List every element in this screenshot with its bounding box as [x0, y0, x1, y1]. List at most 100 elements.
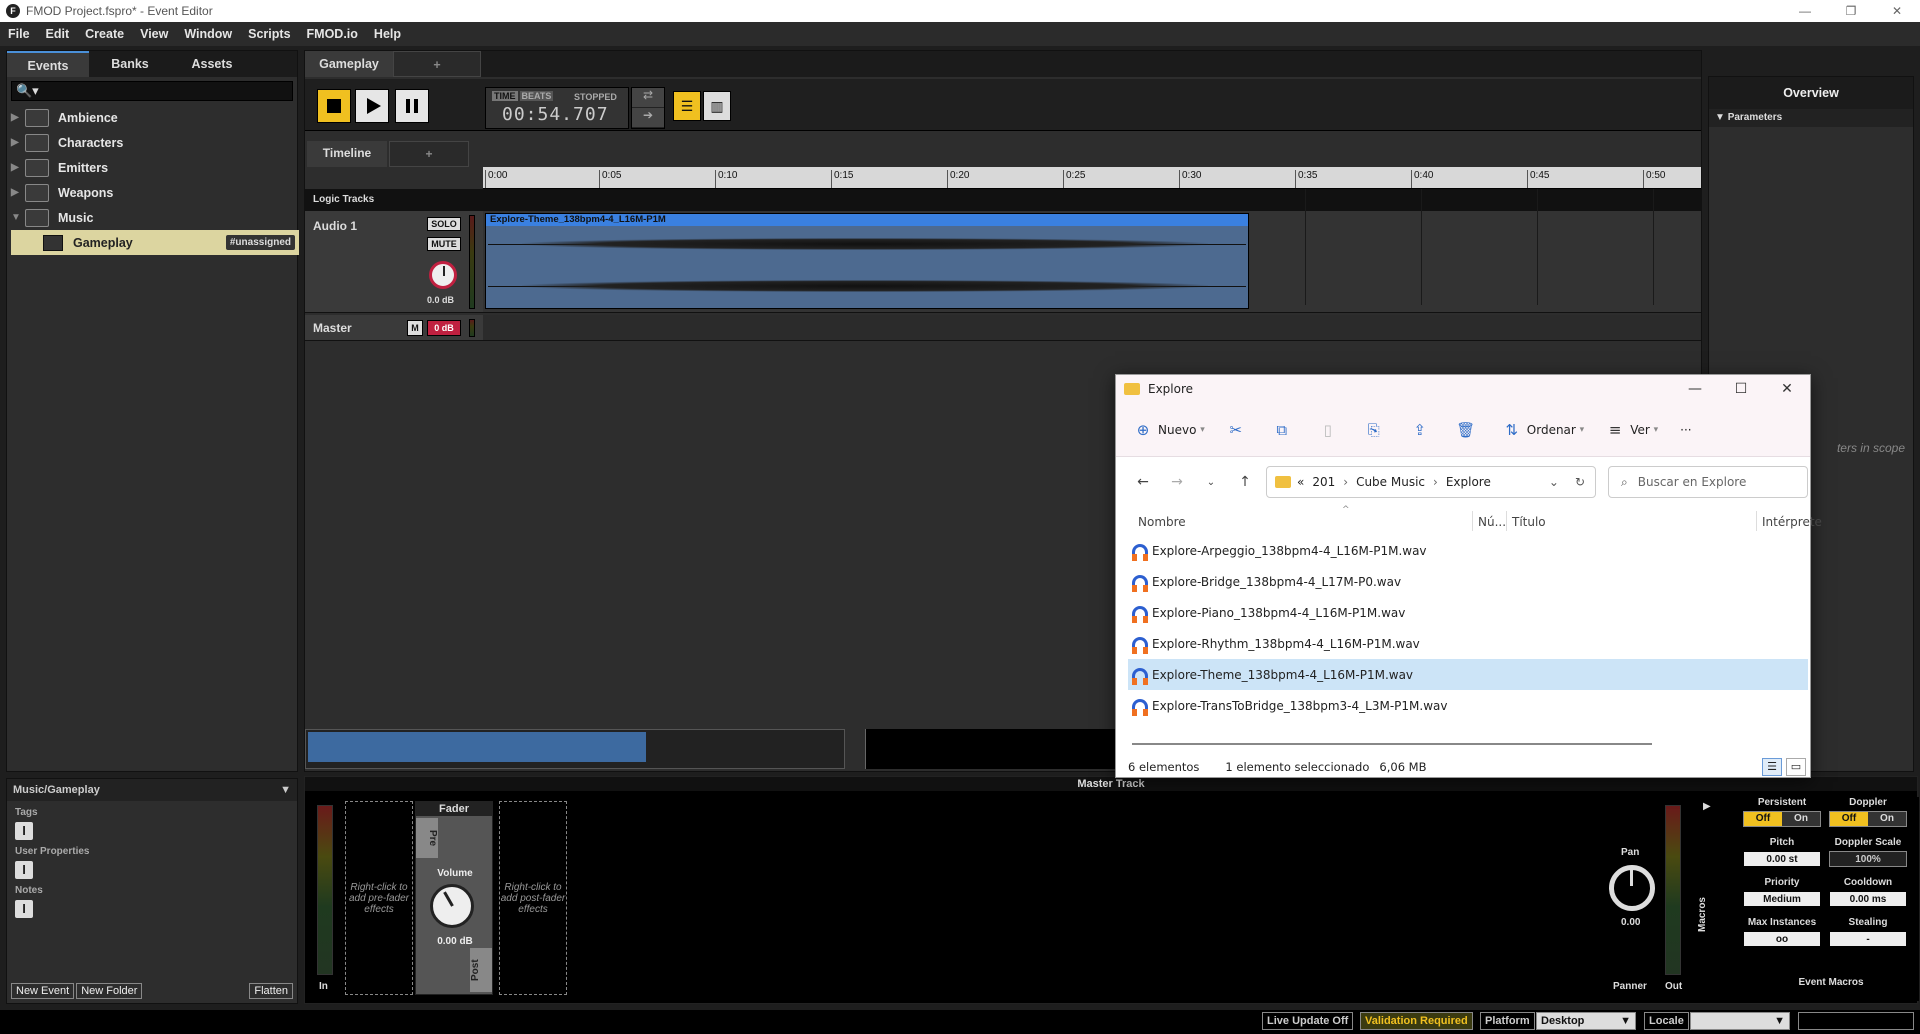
tab-timeline[interactable]: Timeline: [307, 141, 387, 167]
new-event-button[interactable]: New Event: [11, 983, 75, 999]
explorer-search-input[interactable]: ⌕ Buscar en Explore: [1608, 466, 1808, 498]
minimize-icon[interactable]: —: [1782, 0, 1828, 22]
post-fader-effect-slot[interactable]: Right-click to add post-fader effects: [499, 801, 567, 995]
add-tag-button[interactable]: I: [15, 822, 33, 840]
locale-select[interactable]: ▼: [1690, 1012, 1790, 1030]
loop-icon[interactable]: ⇄: [632, 88, 664, 108]
play-button[interactable]: [355, 89, 389, 123]
post-tab[interactable]: Post: [470, 948, 492, 992]
file-row[interactable]: Explore-Bridge_138bpm4-4_L17M-P0.wav: [1128, 566, 1808, 597]
breadcrumb-cube-music[interactable]: Cube Music: [1356, 475, 1425, 489]
sort-button[interactable]: ⇅ Ordenar ▾: [1503, 421, 1584, 439]
tree-folder-weapons[interactable]: ▶ Weapons: [7, 180, 297, 205]
dropdown-arrow-icon[interactable]: ▼: [280, 784, 291, 796]
tracks-view-button[interactable]: ☰: [673, 91, 701, 121]
back-arrow-icon[interactable]: ←: [1126, 474, 1160, 490]
pan-knob[interactable]: [1609, 865, 1655, 911]
edit-notes-button[interactable]: I: [15, 900, 33, 918]
forward-arrow-icon[interactable]: →: [1160, 474, 1194, 490]
collapse-arrow-icon[interactable]: ▼: [11, 212, 25, 223]
share-button[interactable]: ⇪: [1411, 421, 1435, 439]
tree-event-gameplay[interactable]: Gameplay #unassigned: [11, 230, 299, 255]
add-parameter-tab-button[interactable]: +: [389, 141, 469, 167]
chevron-down-icon[interactable]: ⌄: [1549, 475, 1559, 489]
follow-playhead-icon[interactable]: ➔: [632, 108, 664, 128]
refresh-icon[interactable]: ↻: [1575, 475, 1585, 489]
macros-expand-icon[interactable]: ▶: [1703, 801, 1711, 812]
cooldown-field[interactable]: 0.00 ms: [1829, 891, 1907, 907]
persistent-on[interactable]: On: [1782, 812, 1820, 826]
stop-button[interactable]: [317, 89, 351, 123]
doppler-scale-field[interactable]: 100%: [1829, 851, 1907, 867]
expand-arrow-icon[interactable]: ▶: [11, 112, 25, 123]
maximize-icon[interactable]: ☐: [1718, 375, 1764, 403]
column-artist[interactable]: Intérprete: [1762, 515, 1822, 529]
file-row[interactable]: Explore-Piano_138bpm4-4_L16M-P1M.wav: [1128, 597, 1808, 628]
delete-button[interactable]: 🗑: [1456, 421, 1481, 439]
breadcrumb-201[interactable]: 201: [1312, 475, 1335, 489]
tab-gameplay[interactable]: Gameplay: [305, 51, 393, 77]
expand-arrow-icon[interactable]: ▶: [11, 137, 25, 148]
time-display[interactable]: TIME BEATS STOPPED 00:54.707: [485, 87, 629, 129]
close-icon[interactable]: ✕: [1874, 0, 1920, 22]
max-instances-field[interactable]: oo: [1743, 931, 1821, 947]
doppler-on[interactable]: On: [1868, 812, 1906, 826]
persistent-off[interactable]: Off: [1744, 812, 1782, 826]
browser-search-input[interactable]: 🔍▾: [11, 81, 293, 101]
volume-knob[interactable]: [430, 884, 474, 928]
menu-window[interactable]: Window: [184, 27, 232, 41]
platform-select[interactable]: Desktop ▼: [1536, 1012, 1636, 1030]
pause-button[interactable]: [395, 89, 429, 123]
restore-icon[interactable]: ❐: [1828, 0, 1874, 22]
file-row-selected[interactable]: Explore-Theme_138bpm4-4_L16M-P1M.wav: [1128, 659, 1808, 690]
tree-folder-music[interactable]: ▼ Music: [7, 205, 297, 230]
mute-button[interactable]: MUTE: [427, 237, 461, 251]
more-options-button[interactable]: ···: [1680, 423, 1691, 437]
details-view-icon[interactable]: ☰: [1762, 758, 1782, 776]
breadcrumb-explore[interactable]: Explore: [1446, 475, 1491, 489]
tiles-view-icon[interactable]: ▭: [1786, 758, 1806, 776]
tree-folder-emitters[interactable]: ▶ Emitters: [7, 155, 297, 180]
cut-button[interactable]: ✂: [1227, 421, 1251, 439]
timeline-scrollbar[interactable]: [305, 729, 845, 769]
track-lane-master[interactable]: [483, 315, 1701, 341]
parameters-section[interactable]: ▼ Parameters: [1709, 109, 1913, 127]
view-button[interactable]: ≡ Ver ▾: [1606, 421, 1658, 439]
address-bar[interactable]: « 201 › Cube Music › Explore ⌄ ↻: [1266, 466, 1596, 498]
paste-button[interactable]: ▯: [1319, 421, 1343, 439]
menu-file[interactable]: File: [8, 27, 30, 41]
audio-clip[interactable]: Explore-Theme_138bpm4-4_L16M-P1M: [485, 213, 1249, 309]
recent-locations-icon[interactable]: ⌄: [1194, 477, 1228, 488]
track-header-audio1[interactable]: Audio 1 SOLO MUTE 0.0 dB: [305, 211, 483, 313]
validation-required-button[interactable]: Validation Required: [1360, 1012, 1473, 1030]
live-update-button[interactable]: Live Update Off: [1262, 1012, 1354, 1030]
flatten-button[interactable]: Flatten: [249, 983, 293, 999]
tab-events[interactable]: Events: [7, 51, 89, 77]
menu-create[interactable]: Create: [85, 27, 124, 41]
menu-view[interactable]: View: [140, 27, 168, 41]
menu-edit[interactable]: Edit: [46, 27, 70, 41]
tab-assets[interactable]: Assets: [171, 51, 253, 77]
pitch-field[interactable]: 0.00 st: [1743, 851, 1821, 867]
track-header-master[interactable]: Master M 0 dB: [305, 315, 483, 341]
timeline-ruler[interactable]: 0:00 0:05 0:10 0:15 0:20 0:25 0:30 0:35 …: [483, 167, 1701, 189]
file-row[interactable]: Explore-TransToBridge_138bpm3-4_L3M-P1M.…: [1128, 690, 1808, 721]
fader-effect[interactable]: Fader Pre Volume 0.00 dB Post: [415, 801, 493, 995]
up-arrow-icon[interactable]: ↑: [1228, 474, 1262, 490]
tree-folder-ambience[interactable]: ▶ Ambience: [7, 105, 297, 130]
expand-arrow-icon[interactable]: ▶: [11, 162, 25, 173]
beats-mode-badge[interactable]: BEATS: [519, 91, 554, 101]
priority-field[interactable]: Medium: [1743, 891, 1821, 907]
column-number[interactable]: Nú...: [1478, 515, 1506, 529]
master-mute-button[interactable]: M: [407, 320, 423, 336]
doppler-toggle[interactable]: Off On: [1829, 811, 1907, 827]
track-lane-audio1[interactable]: Explore-Theme_138bpm4-4_L16M-P1M: [483, 211, 1701, 313]
add-tab-button[interactable]: +: [393, 51, 481, 77]
add-user-property-button[interactable]: I: [15, 861, 33, 879]
pre-fader-effect-slot[interactable]: Right-click to add pre-fader effects: [345, 801, 413, 995]
new-folder-button[interactable]: New Folder: [76, 983, 143, 999]
time-mode-badge[interactable]: TIME: [492, 91, 518, 101]
menu-fmodio[interactable]: FMOD.io: [307, 27, 358, 41]
scrollbar-thumb[interactable]: [308, 732, 646, 762]
minimize-icon[interactable]: —: [1672, 375, 1718, 403]
